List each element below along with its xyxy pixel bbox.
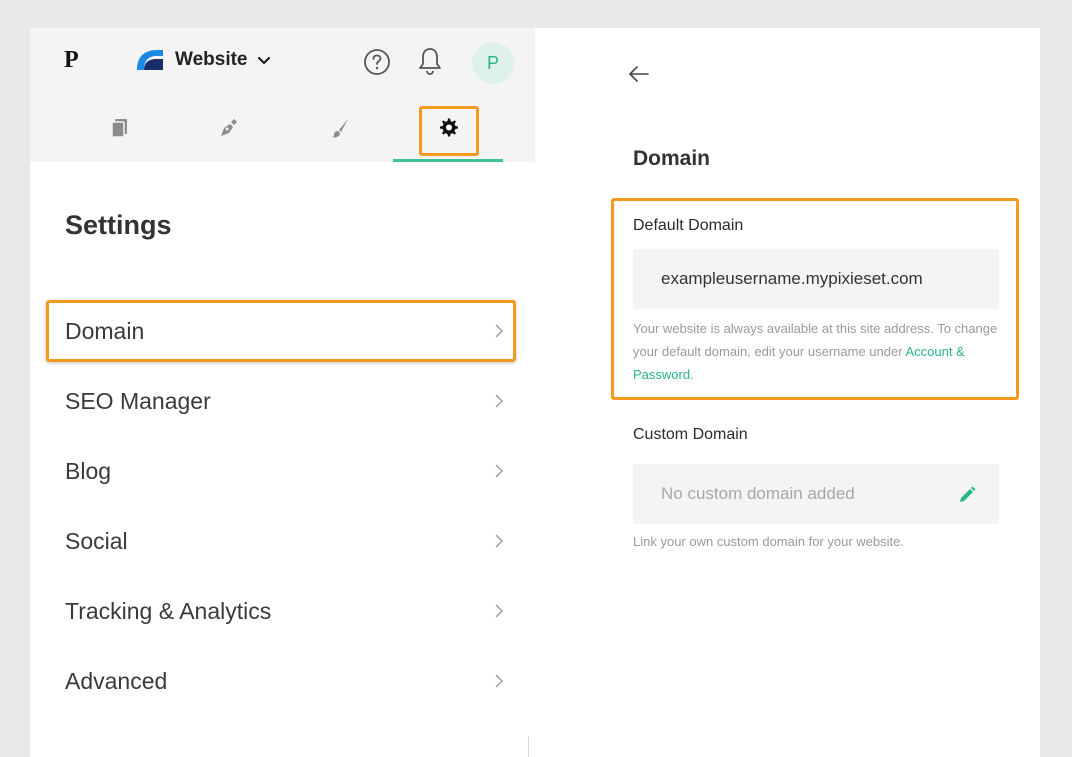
pen-icon[interactable]: [216, 116, 240, 140]
settings-item-label: Tracking & Analytics: [65, 597, 272, 624]
settings-title: Settings: [65, 210, 172, 240]
avatar[interactable]: P: [472, 42, 514, 84]
settings-item-label: Blog: [65, 457, 112, 484]
settings-item-label: Advanced: [65, 667, 168, 694]
pages-icon[interactable]: [108, 116, 132, 140]
pencil-edit-icon[interactable]: [957, 485, 977, 505]
settings-item-label: Social: [65, 527, 128, 554]
default-domain-label: Default Domain: [633, 217, 744, 234]
default-domain-help: Your website is always available at this…: [633, 317, 1003, 386]
custom-domain-label: Custom Domain: [633, 426, 748, 443]
gear-highlight-box: [419, 106, 479, 156]
chevron-right-icon: [495, 324, 503, 338]
settings-item-seo-manager[interactable]: SEO Manager: [65, 381, 505, 421]
settings-item-domain[interactable]: Domain: [65, 311, 505, 351]
top-bar: [30, 28, 535, 100]
settings-item-advanced[interactable]: Advanced: [65, 661, 505, 701]
chevron-right-icon: [495, 534, 503, 548]
brush-icon[interactable]: [328, 116, 352, 140]
app-logo[interactable]: P: [64, 47, 79, 74]
chevron-right-icon: [495, 394, 503, 408]
default-domain-field: exampleusername.mypixieset.com: [633, 249, 999, 309]
back-arrow-icon[interactable]: [628, 65, 650, 83]
chevron-right-icon: [495, 674, 503, 688]
site-switcher[interactable]: Website: [135, 46, 272, 74]
help-icon[interactable]: [363, 48, 391, 76]
notification-bell-icon[interactable]: [416, 46, 444, 76]
custom-domain-field[interactable]: No custom domain added: [633, 464, 999, 524]
settings-item-social[interactable]: Social: [65, 521, 505, 561]
site-name: Website: [175, 49, 248, 70]
settings-sidebar: P Website P Settings Domain SEO Manager …: [30, 28, 535, 757]
settings-item-blog[interactable]: Blog: [65, 451, 505, 491]
domain-settings-panel: Domain Default Domain exampleusername.my…: [535, 28, 1040, 757]
settings-item-label: SEO Manager: [65, 387, 211, 414]
site-logo-icon: [137, 50, 163, 70]
settings-item-label: Domain: [65, 317, 145, 344]
panel-divider: [528, 736, 529, 757]
custom-domain-help: Link your own custom domain for your web…: [633, 534, 904, 549]
active-tab-indicator: [393, 159, 503, 162]
page-title: Domain: [633, 147, 711, 170]
chevron-right-icon: [495, 604, 503, 618]
chevron-down-icon: [257, 56, 270, 65]
settings-item-tracking-analytics[interactable]: Tracking & Analytics: [65, 591, 505, 631]
chevron-right-icon: [495, 464, 503, 478]
